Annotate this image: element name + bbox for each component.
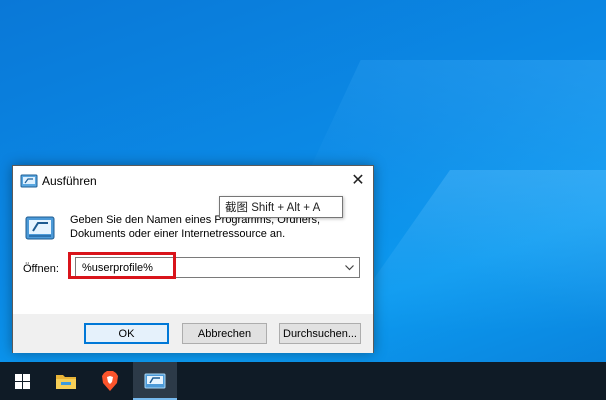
- run-program-icon: [25, 216, 55, 240]
- open-label: Öffnen:: [23, 263, 59, 275]
- taskbar-file-explorer[interactable]: [44, 362, 88, 400]
- dialog-title: Ausführen: [42, 174, 97, 188]
- file-explorer-icon: [56, 375, 76, 389]
- open-combobox[interactable]: [75, 257, 360, 278]
- open-input[interactable]: [76, 258, 336, 277]
- close-icon: ✕: [351, 172, 365, 189]
- taskbar: [0, 362, 606, 400]
- run-dialog: Ausführen ✕ Geben Sie den Namen eines Pr…: [12, 165, 374, 353]
- chevron-down-icon[interactable]: [342, 260, 356, 275]
- brave-browser-icon: [102, 371, 118, 391]
- taskbar-brave[interactable]: [88, 362, 132, 400]
- start-button[interactable]: [0, 362, 44, 400]
- ok-button[interactable]: OK: [84, 323, 169, 344]
- dialog-footer: OK Abbrechen Durchsuchen...: [13, 314, 373, 353]
- close-button[interactable]: ✕: [343, 166, 373, 194]
- run-icon: [20, 174, 38, 188]
- cancel-button[interactable]: Abbrechen: [182, 323, 267, 344]
- taskbar-run-dialog[interactable]: [133, 362, 177, 400]
- screenshot-tooltip: 截图 Shift + Alt + A: [219, 196, 343, 218]
- run-dialog-icon: [144, 373, 166, 389]
- browse-button[interactable]: Durchsuchen...: [279, 323, 361, 344]
- windows-start-icon: [14, 373, 30, 389]
- dialog-titlebar[interactable]: Ausführen ✕: [13, 166, 373, 196]
